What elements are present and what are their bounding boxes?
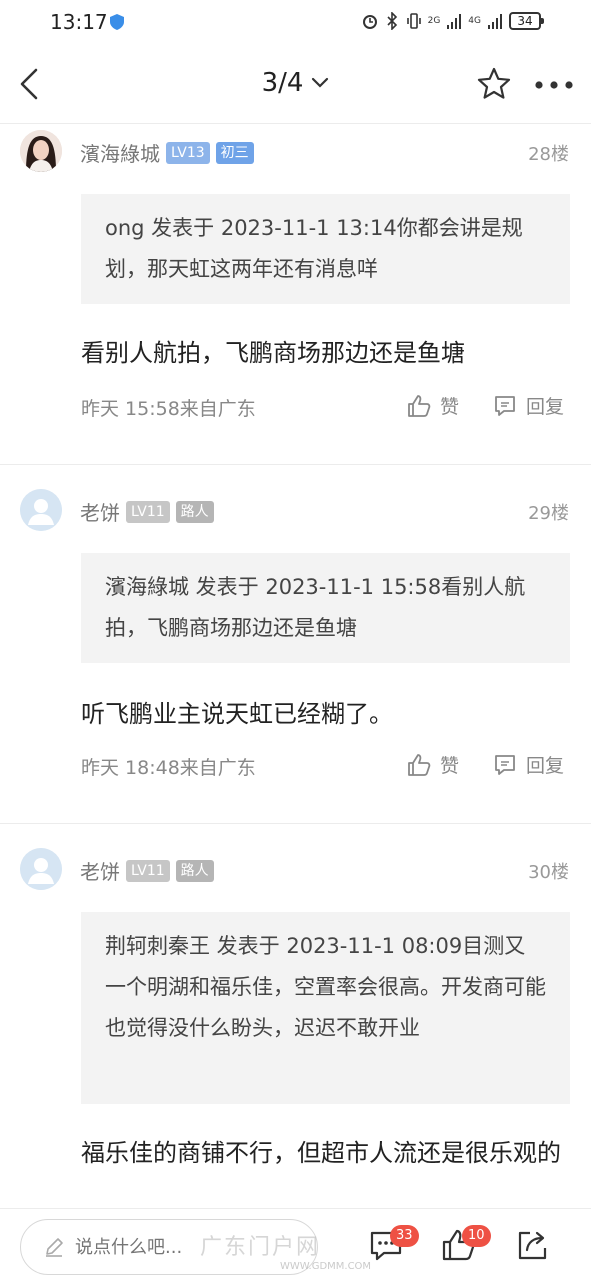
comment-post: 老饼 LV11 路人 30楼 荆轲刺秦王 发表于 2023-11-1 08:09… <box>0 824 591 1208</box>
reply-comment-icon <box>495 395 515 416</box>
username[interactable]: 老饼 <box>80 856 120 885</box>
quoted-text: ong 发表于 2023-11-1 13:14你都会讲是规划，那天虹这两年还有消… <box>81 194 570 304</box>
like-button[interactable]: 赞 <box>406 751 459 778</box>
username[interactable]: 濱海綠城 <box>80 138 160 167</box>
like-label: 赞 <box>440 396 460 418</box>
comment-count-badge: 33 <box>390 1225 419 1247</box>
page-indicator: 3/4 <box>261 68 304 98</box>
more-options-icon[interactable] <box>534 80 574 90</box>
comment-post: 濱海綠城 LV13 初三 28楼 ong 发表于 2023-11-1 13:14… <box>0 124 591 464</box>
reply-comment-icon <box>495 754 515 775</box>
title-badge: 路人 <box>175 859 214 882</box>
quoted-text: 荆轲刺秦王 发表于 2023-11-1 08:09目测又一个明湖和福乐佳，空置率… <box>81 912 570 1104</box>
bottom-bar: 广东门户网 WWW.GDMM.COM 33 10 <box>0 1208 591 1280</box>
avatar[interactable] <box>20 130 62 172</box>
like-label: 赞 <box>440 755 460 777</box>
status-time: 13:17 <box>50 10 108 34</box>
user-info: 老饼 LV11 路人 <box>80 497 214 526</box>
signal-icon <box>447 14 462 29</box>
level-badge: LV11 <box>126 500 170 523</box>
floor-number: 30楼 <box>528 862 569 883</box>
status-icons: 2G 4G 34 <box>362 12 544 30</box>
comment-meta: 昨天 18:48来自广东 <box>81 757 256 779</box>
comment-input[interactable] <box>75 1236 275 1258</box>
reply-label: 回复 <box>526 755 565 777</box>
signal-icon-2 <box>488 14 502 29</box>
alarm-icon <box>362 15 377 29</box>
thumbs-up-icon <box>408 394 431 417</box>
chevron-down-icon <box>312 77 329 88</box>
battery-icon: 34 <box>509 12 544 30</box>
nav-bar: 3/4 <box>0 44 591 124</box>
comment-post: 老饼 LV11 路人 29楼 濱海綠城 发表于 2023-11-1 15:58看… <box>0 465 591 823</box>
user-info: 老饼 LV11 路人 <box>80 856 214 885</box>
like-count-badge: 10 <box>462 1225 491 1247</box>
shield-icon <box>110 14 124 30</box>
pencil-icon <box>46 1238 63 1257</box>
username[interactable]: 老饼 <box>80 497 120 526</box>
quoted-text: 濱海綠城 发表于 2023-11-1 15:58看别人航拍，飞鹏商场那边还是鱼塘 <box>81 553 570 663</box>
title-badge: 初三 <box>215 141 254 164</box>
comment-feed[interactable]: 濱海綠城 LV13 初三 28楼 ong 发表于 2023-11-1 13:14… <box>0 124 591 1208</box>
favorite-star-icon[interactable] <box>476 66 512 102</box>
comment-meta: 昨天 15:58来自广东 <box>81 398 256 420</box>
avatar[interactable] <box>20 489 62 531</box>
comment-content: 看别人航拍，飞鹏商场那边还是鱼塘 <box>81 339 465 367</box>
user-photo-icon <box>20 130 62 172</box>
share-icon[interactable] <box>514 1227 550 1263</box>
reply-button[interactable]: 回复 <box>492 392 564 419</box>
default-avatar-icon <box>20 848 62 890</box>
avatar[interactable] <box>20 848 62 890</box>
reply-button[interactable]: 回复 <box>492 751 564 778</box>
comment-content: 听飞鹏业主说天虹已经糊了。 <box>81 700 393 728</box>
reply-label: 回复 <box>526 396 565 418</box>
comment-content: 福乐佳的商铺不行，但超市人流还是很乐观的 <box>81 1139 561 1167</box>
user-info: 濱海綠城 LV13 初三 <box>80 138 254 167</box>
floor-number: 28楼 <box>528 144 569 165</box>
floor-number: 29楼 <box>528 503 569 524</box>
network-4g-label: 4G <box>468 16 481 26</box>
like-button[interactable]: 赞 <box>406 392 459 419</box>
title-badge: 路人 <box>175 500 214 523</box>
bluetooth-icon <box>387 12 397 30</box>
thumbs-up-icon <box>408 753 431 776</box>
status-bar: 13:17 2G 4G 34 <box>0 0 591 44</box>
comment-input-box[interactable] <box>20 1219 318 1275</box>
level-badge: LV11 <box>126 859 170 882</box>
level-badge: LV13 <box>166 141 210 164</box>
default-avatar-icon <box>20 489 62 531</box>
network-2g-label: 2G <box>427 16 441 26</box>
vibrate-icon <box>406 13 421 29</box>
